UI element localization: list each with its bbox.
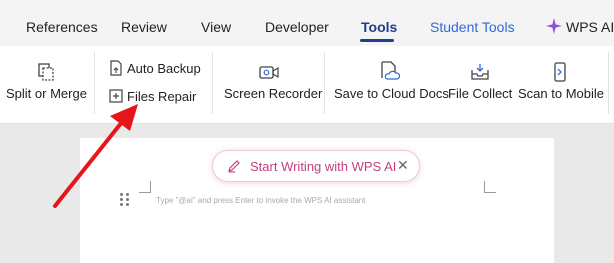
ribbon-separator bbox=[94, 52, 95, 114]
save-to-cloud-docs-label: Save to Cloud Docs bbox=[334, 86, 449, 101]
cloud-doc-icon bbox=[381, 61, 401, 80]
page-margin-corner-right bbox=[484, 181, 496, 193]
screen-recorder-button[interactable]: Screen Recorder bbox=[224, 62, 322, 101]
tab-wps-ai[interactable]: WPS AI bbox=[566, 19, 614, 35]
document-canvas bbox=[0, 124, 614, 263]
files-repair-button[interactable]: Files Repair bbox=[108, 88, 196, 104]
sparkle-icon bbox=[546, 18, 562, 34]
camera-icon bbox=[259, 66, 279, 79]
backup-icon bbox=[110, 60, 122, 76]
scan-to-mobile-label: Scan to Mobile bbox=[518, 86, 604, 101]
tab-student-tools[interactable]: Student Tools bbox=[430, 19, 515, 35]
start-writing-ai-button[interactable]: Start Writing with WPS AI ✕ bbox=[212, 150, 420, 182]
split-or-merge-label: Split or Merge bbox=[6, 86, 87, 101]
auto-backup-button[interactable]: Auto Backup bbox=[108, 60, 201, 76]
split-or-merge-button[interactable]: Split or Merge bbox=[6, 62, 87, 101]
phone-scan-icon bbox=[554, 62, 566, 82]
tools-ribbon: Split or Merge Auto Backup Files Repair … bbox=[0, 46, 614, 124]
tab-review[interactable]: Review bbox=[121, 19, 167, 35]
tab-view[interactable]: View bbox=[201, 19, 231, 35]
tab-tools[interactable]: Tools bbox=[361, 19, 397, 35]
ribbon-separator bbox=[608, 52, 609, 114]
drag-handle-icon[interactable] bbox=[120, 193, 130, 207]
auto-backup-label: Auto Backup bbox=[127, 61, 201, 76]
tab-developer[interactable]: Developer bbox=[265, 19, 329, 35]
file-collect-button[interactable]: File Collect bbox=[448, 62, 512, 101]
editor-placeholder: Type "@ai" and press Enter to invoke the… bbox=[156, 196, 366, 205]
files-repair-label: Files Repair bbox=[127, 89, 197, 104]
screen-recorder-label: Screen Recorder bbox=[224, 86, 323, 101]
active-tab-indicator bbox=[360, 39, 394, 42]
ribbon-separator bbox=[324, 52, 325, 114]
ribbon-tab-bar: References Review View Developer Tools S… bbox=[0, 0, 614, 46]
file-collect-label: File Collect bbox=[448, 86, 513, 101]
tab-references[interactable]: References bbox=[26, 19, 98, 35]
ai-prompt-label: Start Writing with WPS AI bbox=[250, 159, 397, 174]
scan-to-mobile-button[interactable]: Scan to Mobile bbox=[518, 62, 604, 101]
ribbon-separator bbox=[212, 52, 213, 114]
pen-icon bbox=[228, 160, 240, 173]
page-margin-corner-left bbox=[139, 181, 151, 193]
repair-icon bbox=[109, 89, 123, 103]
tray-icon bbox=[471, 64, 489, 80]
split-merge-icon bbox=[38, 63, 54, 81]
save-to-cloud-docs-button[interactable]: Save to Cloud Docs bbox=[334, 60, 449, 101]
close-icon[interactable]: ✕ bbox=[397, 157, 409, 174]
